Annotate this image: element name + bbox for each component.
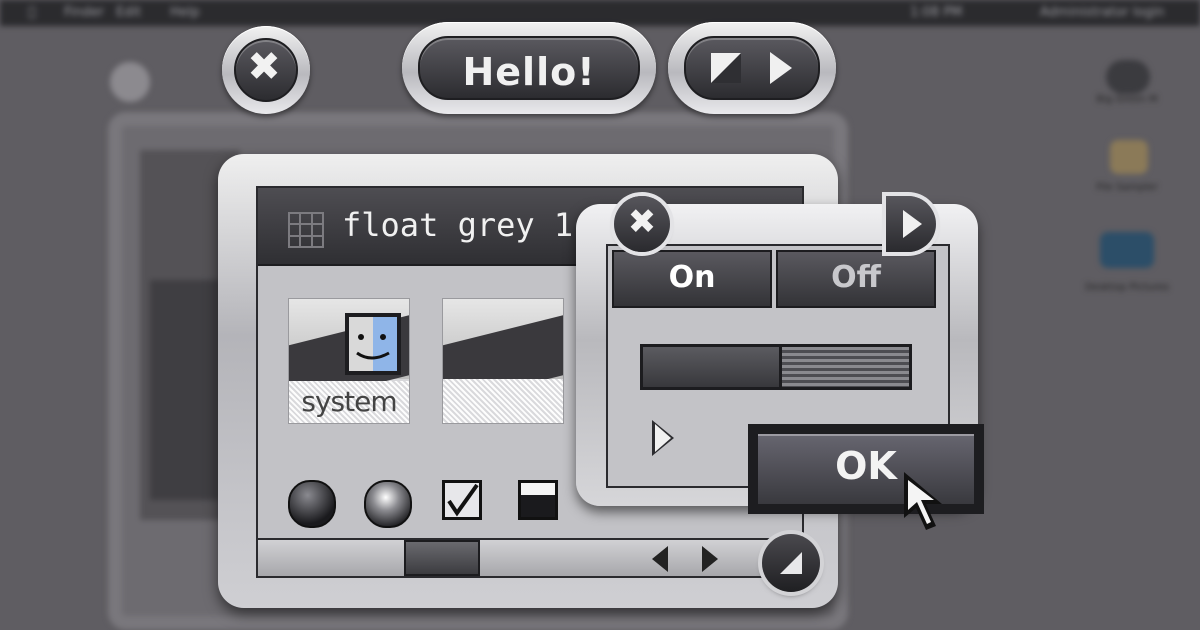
progress-fill [643,347,782,387]
hello-label: Hello! [462,50,596,94]
radio-ball-dark[interactable] [288,480,336,528]
checkmark-icon [447,483,479,517]
thumbnail-label: system [301,385,397,418]
desktop-icon-label: Desktop Pictures [1084,282,1170,293]
scrollbar-thumb[interactable] [404,540,480,576]
background-panel-dark [150,280,220,500]
resize-corner-icon [780,552,802,574]
application-icon[interactable] [1110,140,1148,174]
menu-edit[interactable]: Edit [116,5,141,20]
play-right-icon [903,210,922,238]
menu-user[interactable]: Administrator login [1040,5,1164,20]
horizontal-scrollbar[interactable] [258,538,798,576]
desktop-icon-label: Big Green M [1096,94,1158,105]
disk-icon[interactable] [1106,60,1150,94]
nav-button-group[interactable] [668,22,836,114]
desktop-icon-label: File Sampler [1096,182,1158,193]
radio-ball-light[interactable] [364,480,412,528]
play-right-icon[interactable] [766,50,794,86]
theme-thumbnail-landscape[interactable] [442,298,564,424]
segment-off-button[interactable]: Off [776,250,936,308]
grid-icon [288,212,324,248]
zoom-icon[interactable] [710,52,742,84]
menu-clock: 1:08 PM [910,5,963,20]
theme-thumbnail-system[interactable]: system [288,298,410,424]
finder-face-icon [345,313,401,375]
mouse-cursor-icon [904,472,942,530]
close-x-icon: ✖ [627,202,657,242]
floating-close-button[interactable]: ✖ [222,26,310,114]
checkbox-mixed[interactable] [518,480,558,520]
disclosure-triangle-icon[interactable] [652,420,674,456]
folder-icon[interactable] [1100,232,1154,268]
window-title: float grey 1. [342,206,593,244]
close-x-icon: ✖ [247,44,281,90]
left-arrow-icon[interactable] [650,544,672,574]
control-window-close-button[interactable]: ✖ [614,196,670,252]
menu-help[interactable]: Help [170,5,200,20]
checkbox-checked[interactable] [442,480,482,520]
menu-finder[interactable]: Finder [64,5,104,20]
progress-bar [640,344,912,390]
hello-button[interactable]: Hello! [402,22,656,114]
apple-icon[interactable]:  [28,5,36,20]
background-window-corner [110,62,150,102]
right-arrow-icon[interactable] [698,544,720,574]
segment-on-button[interactable]: On [612,250,772,308]
resize-corner-button[interactable] [762,534,820,592]
